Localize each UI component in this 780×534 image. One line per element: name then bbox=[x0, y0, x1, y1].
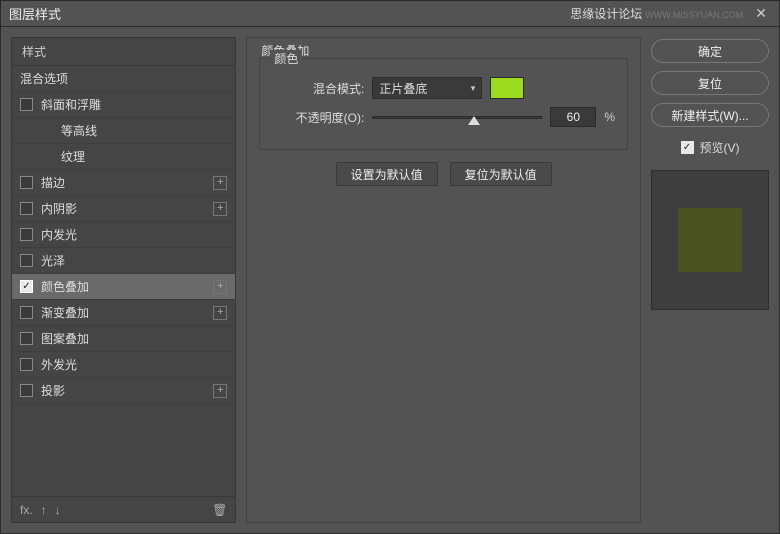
style-row[interactable]: 纹理 bbox=[12, 144, 235, 170]
color-swatch[interactable] bbox=[490, 77, 524, 99]
style-checkbox[interactable] bbox=[20, 384, 33, 397]
blending-options-row[interactable]: 混合选项 bbox=[12, 66, 235, 92]
style-label: 内发光 bbox=[41, 226, 227, 243]
set-default-button[interactable]: 设置为默认值 bbox=[336, 162, 438, 186]
style-row[interactable]: 内阴影+ bbox=[12, 196, 235, 222]
style-label: 渐变叠加 bbox=[41, 304, 213, 321]
style-row[interactable]: 等高线 bbox=[12, 118, 235, 144]
style-checkbox[interactable] bbox=[20, 202, 33, 215]
chevron-down-icon: ▾ bbox=[471, 83, 476, 94]
opacity-label: 不透明度(O): bbox=[272, 109, 364, 126]
style-label: 等高线 bbox=[41, 122, 227, 139]
style-label: 纹理 bbox=[41, 148, 227, 165]
style-checkbox[interactable] bbox=[20, 280, 33, 293]
add-effect-icon[interactable]: + bbox=[213, 202, 227, 216]
style-checkbox[interactable] bbox=[20, 254, 33, 267]
opacity-input[interactable]: 60 bbox=[550, 107, 596, 127]
style-label: 内阴影 bbox=[41, 200, 213, 217]
style-label: 投影 bbox=[41, 382, 213, 399]
move-down-icon[interactable]: ↓ bbox=[55, 503, 61, 517]
opacity-slider[interactable] bbox=[372, 107, 542, 127]
add-effect-icon[interactable]: + bbox=[213, 306, 227, 320]
ok-button[interactable]: 确定 bbox=[651, 39, 769, 63]
style-row[interactable]: 光泽 bbox=[12, 248, 235, 274]
style-label: 颜色叠加 bbox=[41, 278, 213, 295]
style-row[interactable]: 图案叠加 bbox=[12, 326, 235, 352]
fx-menu-icon[interactable]: fx. bbox=[20, 503, 33, 517]
preview-toggle[interactable]: 预览(V) bbox=[651, 139, 769, 156]
style-checkbox[interactable] bbox=[20, 98, 33, 111]
action-panel: 确定 复位 新建样式(W)... 预览(V) bbox=[651, 37, 769, 523]
cancel-button[interactable]: 复位 bbox=[651, 71, 769, 95]
slider-thumb[interactable] bbox=[468, 116, 480, 125]
styles-header: 样式 bbox=[12, 38, 235, 66]
style-row[interactable]: 外发光 bbox=[12, 352, 235, 378]
reset-default-button[interactable]: 复位为默认值 bbox=[450, 162, 552, 186]
style-row[interactable]: 内发光 bbox=[12, 222, 235, 248]
style-label: 外发光 bbox=[41, 356, 227, 373]
style-checkbox[interactable] bbox=[20, 306, 33, 319]
style-row[interactable]: 描边+ bbox=[12, 170, 235, 196]
dialog-title: 图层样式 bbox=[9, 4, 61, 23]
preview-swatch bbox=[678, 208, 742, 272]
style-checkbox[interactable] bbox=[20, 332, 33, 345]
style-row[interactable]: 渐变叠加+ bbox=[12, 300, 235, 326]
styles-panel: 样式 混合选项 斜面和浮雕等高线纹理描边+内阴影+内发光光泽颜色叠加+渐变叠加+… bbox=[11, 37, 236, 523]
styles-footer: fx. ↑ ↓ 🗑 bbox=[12, 496, 235, 522]
blend-mode-select[interactable]: 正片叠底 ▾ bbox=[372, 77, 482, 99]
style-label: 光泽 bbox=[41, 252, 227, 269]
style-row[interactable]: 投影+ bbox=[12, 378, 235, 404]
group-legend: 颜色 bbox=[270, 50, 302, 67]
layer-style-dialog: 图层样式 思缘设计论坛 WWW.MISSYUAN.COM ✕ 样式 混合选项 斜… bbox=[0, 0, 780, 534]
percent-label: % bbox=[604, 110, 615, 124]
style-row[interactable]: 斜面和浮雕 bbox=[12, 92, 235, 118]
style-checkbox[interactable] bbox=[20, 176, 33, 189]
settings-panel: 颜色叠加 颜色 混合模式: 正片叠底 ▾ 不透明度(O): bbox=[246, 37, 641, 523]
style-label: 斜面和浮雕 bbox=[41, 96, 227, 113]
new-style-button[interactable]: 新建样式(W)... bbox=[651, 103, 769, 127]
close-icon[interactable]: ✕ bbox=[751, 5, 771, 22]
style-label: 图案叠加 bbox=[41, 330, 227, 347]
trash-icon[interactable]: 🗑 bbox=[212, 503, 227, 517]
preview-checkbox[interactable] bbox=[681, 141, 694, 154]
style-checkbox[interactable] bbox=[20, 228, 33, 241]
blend-mode-label: 混合模式: bbox=[272, 80, 364, 97]
titlebar: 图层样式 思缘设计论坛 WWW.MISSYUAN.COM ✕ bbox=[1, 1, 779, 27]
style-row[interactable]: 颜色叠加+ bbox=[12, 274, 235, 300]
preview-box bbox=[651, 170, 769, 310]
watermark: 思缘设计论坛 WWW.MISSYUAN.COM bbox=[570, 5, 743, 22]
style-checkbox[interactable] bbox=[20, 358, 33, 371]
color-group: 颜色 混合模式: 正片叠底 ▾ 不透明度(O): 60 bbox=[259, 58, 628, 150]
add-effect-icon[interactable]: + bbox=[213, 384, 227, 398]
move-up-icon[interactable]: ↑ bbox=[41, 503, 47, 517]
add-effect-icon[interactable]: + bbox=[213, 176, 227, 190]
style-label: 描边 bbox=[41, 174, 213, 191]
add-effect-icon[interactable]: + bbox=[213, 280, 227, 294]
